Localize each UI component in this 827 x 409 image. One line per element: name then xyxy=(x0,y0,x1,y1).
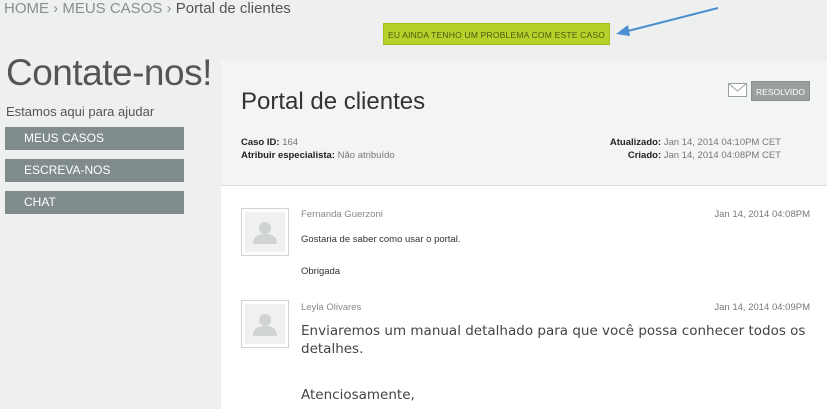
sidebar-item-chat[interactable]: CHAT xyxy=(5,191,184,214)
sidebar-item-my-cases[interactable]: MEUS CASOS xyxy=(5,127,184,150)
case-created-value: Jan 14, 2014 04:08PM CET xyxy=(663,150,781,161)
breadcrumb-separator: › xyxy=(166,0,172,17)
avatar xyxy=(241,300,289,348)
breadcrumb-current: Portal de clientes xyxy=(175,0,291,17)
case-header: Portal de clientes RESOLVIDO Caso ID: 16… xyxy=(221,60,827,186)
status-badge[interactable]: RESOLVIDO xyxy=(751,81,810,101)
message-text: Enviaremos um manual detalhado para que … xyxy=(301,323,806,357)
case-assignee-value: Não atribuído xyxy=(337,150,395,161)
messages-list: Fernanda Guerzoni Jan 14, 2014 04:08PM G… xyxy=(221,186,827,409)
avatar xyxy=(241,208,289,256)
message-text: Obrigada xyxy=(301,266,341,277)
mail-icon[interactable] xyxy=(728,83,747,97)
user-placeholder-icon xyxy=(253,222,277,244)
breadcrumb-home-link[interactable]: HOME xyxy=(4,0,49,17)
message-date: Jan 14, 2014 04:08PM xyxy=(714,209,810,220)
message-text: Gostaria de saber como usar o portal. xyxy=(301,234,461,245)
contact-title: Contate-nos! xyxy=(6,52,212,93)
case-id-label: Caso ID: xyxy=(241,137,280,148)
breadcrumb: HOME › MEUS CASOS › Portal de clientes xyxy=(4,0,291,17)
case-title: Portal de clientes xyxy=(241,88,426,115)
message-date: Jan 14, 2014 04:09PM xyxy=(714,302,810,313)
message-text: Atenciosamente, xyxy=(301,387,415,403)
contact-subtitle: Estamos aqui para ajudar xyxy=(6,104,155,119)
case-assignee: Atribuir especialista: Não atribuído xyxy=(241,150,395,161)
case-id-value: 164 xyxy=(282,137,299,148)
user-placeholder-icon xyxy=(253,314,277,336)
message-author: Fernanda Guerzoni xyxy=(301,209,383,220)
message-author: Leyla Olivares xyxy=(301,302,362,313)
case-updated: Atualizado: Jan 14, 2014 04:10PM CET xyxy=(610,137,781,148)
case-created: Criado: Jan 14, 2014 04:08PM CET xyxy=(628,150,781,161)
case-updated-value: Jan 14, 2014 04:10PM CET xyxy=(663,137,781,148)
case-created-label: Criado: xyxy=(627,150,662,161)
still-have-problem-button[interactable]: EU AINDA TENHO UM PROBLEMA COM ESTE CASO xyxy=(383,23,610,45)
case-assignee-label: Atribuir especialista: xyxy=(241,150,335,161)
case-id: Caso ID: 164 xyxy=(241,137,298,148)
breadcrumb-my-cases-link[interactable]: MEUS CASOS xyxy=(62,0,162,17)
case-updated-label: Atualizado: xyxy=(609,137,662,148)
sidebar-item-write-us[interactable]: ESCREVA-NOS xyxy=(5,159,184,182)
arrow-icon xyxy=(616,7,719,36)
breadcrumb-separator: › xyxy=(53,0,59,17)
